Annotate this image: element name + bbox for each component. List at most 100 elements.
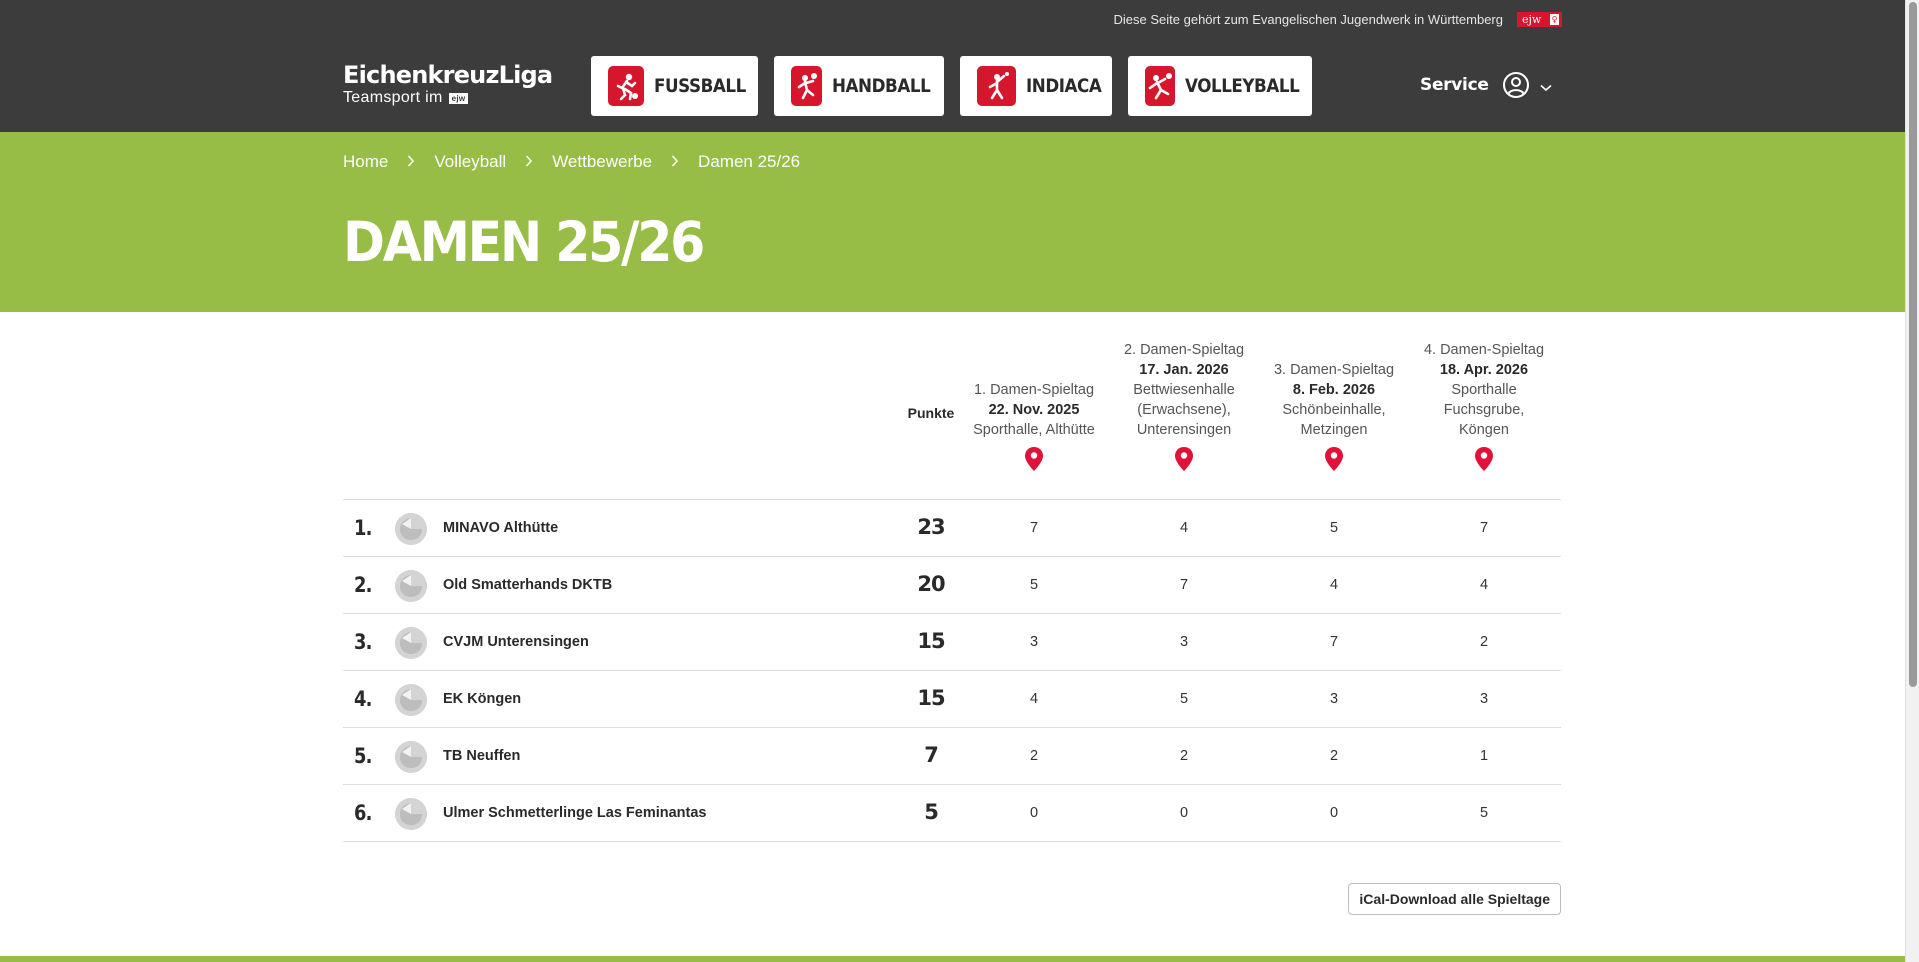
team-name[interactable]: Ulmer Schmetterlinge Las Feminantas bbox=[443, 805, 707, 821]
nav-button-handball[interactable]: HANDBALL bbox=[774, 56, 944, 116]
matchday-score: 5 bbox=[1179, 691, 1189, 707]
team-rank: 1. bbox=[354, 516, 372, 540]
service-menu-link[interactable]: Service bbox=[1420, 75, 1489, 95]
site-header: Diese Seite gehört zum Evangelischen Jug… bbox=[0, 0, 1905, 132]
matchday-score: 2 bbox=[1329, 748, 1339, 764]
map-pin-icon[interactable] bbox=[1259, 446, 1409, 478]
footer-strip bbox=[0, 956, 1905, 962]
volleyball-player-icon bbox=[1145, 66, 1175, 106]
nav-button-indiaca[interactable]: INDIACA bbox=[960, 56, 1112, 116]
map-pin-icon[interactable] bbox=[1409, 446, 1559, 478]
matchday-score: 0 bbox=[1029, 805, 1039, 821]
indiaca-player-icon bbox=[977, 66, 1017, 106]
chevron-right-icon bbox=[671, 154, 679, 170]
team-rank: 5. bbox=[354, 744, 372, 768]
matchday-score: 1 bbox=[1479, 748, 1489, 764]
nav-button-label: VOLLEYBALL bbox=[1185, 75, 1300, 97]
ejw-logo-text: ejw bbox=[1522, 13, 1542, 26]
matchday-score: 5 bbox=[1329, 520, 1339, 536]
organization-notice-text: Diese Seite gehört zum Evangelischen Jug… bbox=[1113, 12, 1503, 27]
user-account-icon bbox=[1502, 71, 1530, 104]
matchday-venue: Bettwiesenhalle (Erwachsene), Unterensin… bbox=[1133, 382, 1235, 438]
team-logo-placeholder-icon bbox=[395, 798, 427, 830]
team-points: 5 bbox=[924, 800, 939, 824]
logo-title: EichenkreuzLiga bbox=[343, 61, 553, 89]
ejw-logo[interactable]: ejw ♀ bbox=[1517, 12, 1562, 27]
team-points: 15 bbox=[917, 629, 945, 653]
team-name[interactable]: CVJM Unterensingen bbox=[443, 634, 589, 650]
scrollbar-thumb[interactable] bbox=[1909, 2, 1917, 687]
team-rank: 3. bbox=[354, 630, 372, 654]
matchday-score: 3 bbox=[1479, 691, 1489, 707]
matchday-score: 2 bbox=[1179, 748, 1189, 764]
matchday-date: 8. Feb. 2026 bbox=[1292, 382, 1376, 398]
organization-notice: Diese Seite gehört zum Evangelischen Jug… bbox=[1114, 12, 1562, 27]
ejw-cross-icon: ♀ bbox=[1550, 14, 1559, 25]
table-row: 3. CVJM Unterensingen 15 3 3 7 2 bbox=[343, 614, 1561, 671]
matchday-score: 5 bbox=[1479, 805, 1489, 821]
matchday-score: 0 bbox=[1179, 805, 1189, 821]
nav-button-volleyball[interactable]: VOLLEYBALL bbox=[1128, 56, 1312, 116]
table-row: 5. TB Neuffen 7 2 2 2 1 bbox=[343, 728, 1561, 785]
site-logo[interactable]: EichenkreuzLiga Teamsport im ejw bbox=[343, 61, 553, 107]
team-name[interactable]: EK Köngen bbox=[443, 691, 521, 707]
breadcrumb-wettbewerbe[interactable]: Wettbewerbe bbox=[552, 152, 652, 172]
team-name[interactable]: TB Neuffen bbox=[443, 748, 520, 764]
matchday-header-2: 2. Damen-Spieltag 17. Jan. 2026 Bettwies… bbox=[1109, 340, 1259, 478]
breadcrumb-volleyball[interactable]: Volleyball bbox=[434, 152, 506, 172]
matchday-venue: Sporthalle, Althütte bbox=[973, 422, 1095, 438]
nav-button-fussball[interactable]: FUSSBALL bbox=[591, 56, 758, 116]
matchday-header-4: 4. Damen-Spieltag 18. Apr. 2026 Sporthal… bbox=[1409, 340, 1559, 478]
page-scrollbar[interactable] bbox=[1905, 0, 1919, 962]
matchday-name: 1. Damen-Spieltag bbox=[973, 382, 1095, 398]
team-points: 23 bbox=[917, 515, 945, 539]
matchday-score: 7 bbox=[1029, 520, 1039, 536]
matchday-name: 4. Damen-Spieltag bbox=[1423, 342, 1545, 358]
matchday-date: 22. Nov. 2025 bbox=[988, 402, 1080, 418]
matchday-score: 3 bbox=[1329, 691, 1339, 707]
nav-button-label: INDIACA bbox=[1026, 75, 1102, 97]
matchday-score: 3 bbox=[1179, 634, 1189, 650]
team-points: 7 bbox=[924, 743, 939, 767]
team-name[interactable]: Old Smatterhands DKTB bbox=[443, 577, 612, 593]
handball-player-icon bbox=[791, 66, 823, 106]
team-rank: 4. bbox=[354, 687, 372, 711]
ical-download-button[interactable]: iCal-Download alle Spieltage bbox=[1348, 883, 1561, 915]
team-logo-placeholder-icon bbox=[395, 627, 427, 659]
breadcrumb-home[interactable]: Home bbox=[343, 152, 388, 172]
matchday-venue: Sporthalle Fuchsgrube, Köngen bbox=[1443, 382, 1525, 438]
team-logo-placeholder-icon bbox=[395, 570, 427, 602]
matchday-score: 7 bbox=[1179, 577, 1189, 593]
matchday-score: 7 bbox=[1479, 520, 1489, 536]
table-row: 4. EK Köngen 15 4 5 3 3 bbox=[343, 671, 1561, 728]
chevron-down-icon bbox=[1540, 79, 1552, 97]
map-pin-icon[interactable] bbox=[959, 446, 1109, 478]
chevron-right-icon bbox=[525, 154, 533, 170]
chevron-right-icon bbox=[407, 154, 415, 170]
user-account-menu[interactable] bbox=[1502, 71, 1552, 104]
breadcrumb-current: Damen 25/26 bbox=[698, 152, 801, 171]
table-row: 2. Old Smatterhands DKTB 20 5 7 4 4 bbox=[343, 557, 1561, 614]
team-points: 20 bbox=[917, 572, 945, 596]
nav-button-label: HANDBALL bbox=[832, 75, 931, 97]
table-row: 1. MINAVO Althütte 23 7 4 5 7 bbox=[343, 500, 1561, 557]
matchday-score: 7 bbox=[1329, 634, 1339, 650]
table-header: Punkte 1. Damen-Spieltag 22. Nov. 2025 S… bbox=[343, 312, 1561, 500]
matchday-score: 4 bbox=[1479, 577, 1489, 593]
matchday-header-1: 1. Damen-Spieltag 22. Nov. 2025 Sporthal… bbox=[959, 380, 1109, 478]
standings-table: Punkte 1. Damen-Spieltag 22. Nov. 2025 S… bbox=[343, 312, 1561, 915]
matchday-score: 2 bbox=[1029, 748, 1039, 764]
breadcrumb: Home Volleyball Wettbewerbe Damen 25/26 bbox=[343, 152, 800, 172]
matchday-score: 4 bbox=[1179, 520, 1189, 536]
logo-subtitle-text: Teamsport im bbox=[343, 89, 443, 106]
map-pin-icon[interactable] bbox=[1109, 446, 1259, 478]
soccer-player-icon bbox=[608, 66, 644, 106]
nav-button-label: FUSSBALL bbox=[653, 75, 746, 97]
matchday-score: 0 bbox=[1329, 805, 1339, 821]
matchday-date: 17. Jan. 2026 bbox=[1139, 362, 1229, 378]
page-title: DAMEN 25/26 bbox=[343, 210, 705, 274]
team-logo-placeholder-icon bbox=[395, 741, 427, 773]
team-name[interactable]: MINAVO Althütte bbox=[443, 520, 558, 536]
table-row: 6. Ulmer Schmetterlinge Las Feminantas 5… bbox=[343, 785, 1561, 842]
logo-subtitle: Teamsport im ejw bbox=[343, 89, 523, 107]
